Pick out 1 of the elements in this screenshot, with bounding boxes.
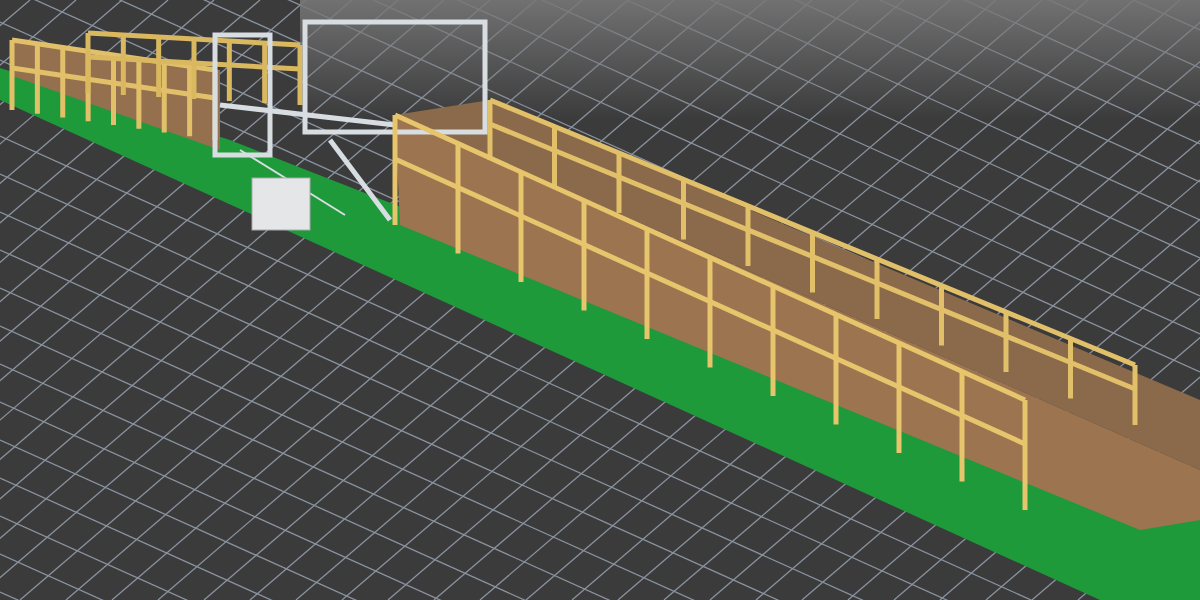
utility-cabinet — [251, 177, 311, 231]
